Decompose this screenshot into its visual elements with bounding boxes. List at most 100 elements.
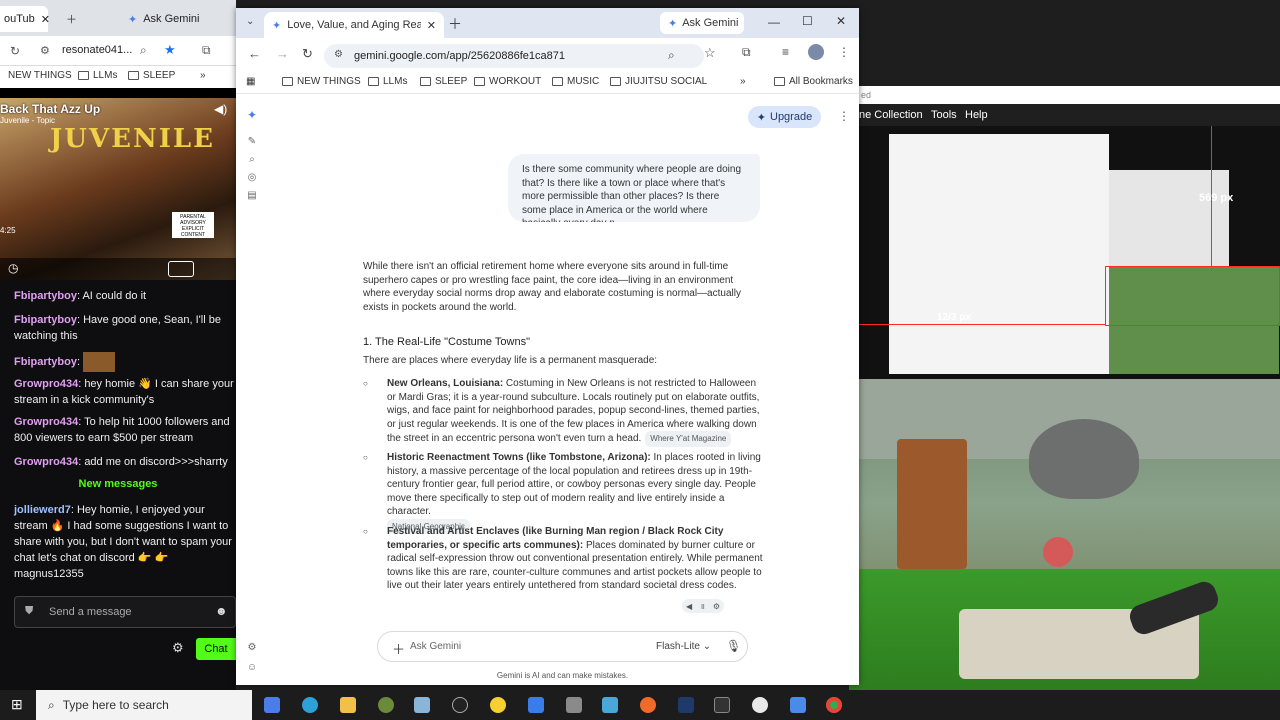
pause-icon[interactable]: ॥: [700, 601, 705, 612]
app-icon[interactable]: [490, 697, 506, 713]
clock-icon[interactable]: ◷: [8, 261, 18, 275]
bookmarks-overflow-icon[interactable]: »: [200, 70, 206, 81]
bookmark-workout[interactable]: WORKOUT: [474, 76, 541, 87]
more-options-icon[interactable]: ⋮: [838, 109, 850, 123]
zoom-icon[interactable]: ⌕: [140, 43, 147, 58]
close-window-button[interactable]: ✕: [836, 14, 846, 28]
settings-icon[interactable]: ⚙: [246, 642, 258, 654]
task-view-icon[interactable]: [264, 697, 280, 713]
new-tab-button[interactable]: ＋: [58, 6, 85, 32]
close-icon[interactable]: ✕: [41, 13, 50, 26]
menu-item-collection[interactable]: ne Collection: [859, 109, 923, 121]
site-settings-icon[interactable]: ⚙: [40, 44, 50, 57]
app-icon[interactable]: [378, 697, 394, 713]
tab-ask-gemini[interactable]: ✦ Ask Gemini: [120, 6, 207, 32]
new-messages-divider[interactable]: New messages: [0, 478, 236, 490]
menu-item-help[interactable]: Help: [965, 109, 988, 121]
settings-icon[interactable]: ⚙: [713, 602, 720, 611]
app-icon[interactable]: [790, 697, 806, 713]
tab-label: Ask Gemini: [143, 13, 200, 25]
search-icon[interactable]: ⌕: [246, 154, 258, 166]
bookmark-sleep[interactable]: SLEEP: [128, 70, 175, 81]
docs-icon[interactable]: [528, 697, 544, 713]
bookmark-star-icon[interactable]: ☆: [704, 45, 716, 61]
bookmark-jiujitsu-social[interactable]: JIUJITSU SOCIAL: [610, 76, 707, 87]
close-icon[interactable]: ✕: [427, 19, 436, 32]
file-explorer-icon[interactable]: [340, 697, 356, 713]
fullscreen-icon[interactable]: [168, 261, 194, 277]
upgrade-button[interactable]: ✦ Upgrade: [748, 106, 821, 128]
chat-username[interactable]: Fbipartyboy: [14, 356, 77, 368]
tab-ask-gemini[interactable]: ✦ Ask Gemini: [660, 12, 744, 34]
settings-icon[interactable]: ⚙: [172, 640, 184, 656]
chat-username[interactable]: Fbipartyboy: [14, 314, 77, 326]
app-icon[interactable]: [752, 697, 768, 713]
video-player[interactable]: Back That Azz Up Juvenile - Topic JUVENI…: [0, 98, 236, 280]
bookmark-llms[interactable]: LLMs: [78, 70, 117, 81]
firefox-icon[interactable]: [640, 697, 656, 713]
profile-avatar[interactable]: [808, 44, 824, 60]
speaker-icon[interactable]: ◀: [686, 602, 692, 611]
new-tab-button[interactable]: ＋: [448, 14, 462, 34]
reload-icon[interactable]: ↻: [302, 46, 313, 62]
app-icon[interactable]: [602, 697, 618, 713]
volume-icon[interactable]: ◀): [214, 102, 227, 116]
new-chat-icon[interactable]: ✎: [246, 136, 258, 148]
site-info-icon[interactable]: ⚙: [334, 49, 343, 60]
chrome-icon[interactable]: [826, 697, 842, 713]
library-icon[interactable]: ▤: [246, 190, 258, 202]
url-text[interactable]: resonate041...: [62, 44, 132, 56]
chat-username[interactable]: Growpro434: [14, 378, 78, 390]
chat-input[interactable]: ⛊ Send a message ☻: [14, 596, 236, 628]
background-browser-window[interactable]: ouTub ✕ ＋ ✦ Ask Gemini ↻ ⚙ resonate041..…: [0, 0, 236, 690]
bookmark-sleep[interactable]: SLEEP: [420, 76, 467, 87]
taskbar-search[interactable]: ⌕ Type here to search: [36, 690, 252, 720]
chat-username[interactable]: Fbipartyboy: [14, 290, 77, 302]
app-icon[interactable]: [414, 697, 430, 713]
windows-start-icon[interactable]: ⊞: [11, 696, 23, 713]
tab-active[interactable]: ✦ Love, Value, and Aging Realitie ✕: [264, 12, 444, 38]
app-icon[interactable]: [714, 697, 730, 713]
response-actions[interactable]: ◀ ॥ ⚙: [682, 599, 724, 613]
emoji-icon[interactable]: ☻: [215, 604, 228, 618]
media-icon[interactable]: ≡: [782, 45, 789, 59]
menu-icon[interactable]: ⋮: [838, 45, 850, 59]
tab-search-icon[interactable]: ⌄: [246, 16, 254, 27]
chat-send-button[interactable]: Chat: [196, 638, 236, 660]
chat-username[interactable]: Growpro434: [14, 416, 78, 428]
apps-icon[interactable]: ▦: [246, 76, 255, 87]
bookmarks-overflow-icon[interactable]: »: [740, 76, 746, 87]
extensions-icon[interactable]: ⧉: [742, 45, 751, 60]
menu-item-tools[interactable]: Tools: [931, 109, 957, 121]
back-icon[interactable]: ←: [248, 46, 261, 61]
url-field[interactable]: ⚙ gemini.google.com/app/25620886fe1ca871…: [324, 44, 704, 68]
forward-icon[interactable]: →: [276, 46, 289, 61]
extensions-icon[interactable]: ⧉: [202, 43, 211, 58]
reload-icon[interactable]: ↻: [10, 44, 20, 58]
add-icon[interactable]: ＋: [392, 639, 405, 658]
bookmark-music[interactable]: MUSIC: [552, 76, 599, 87]
microphone-icon[interactable]: 🎙: [726, 639, 741, 653]
tab-youtube[interactable]: ouTub ✕: [0, 6, 50, 32]
chat-username[interactable]: Growpro434: [14, 456, 78, 468]
model-selector[interactable]: Flash-Lite ⌄: [656, 641, 711, 652]
app-icon[interactable]: [566, 697, 582, 713]
chat-username[interactable]: jolliewerd7: [14, 504, 71, 516]
gems-icon[interactable]: ◎: [246, 172, 258, 184]
edge-icon[interactable]: [302, 697, 318, 713]
gemini-browser-window[interactable]: ⌄ ✦ Love, Value, and Aging Realitie ✕ ＋ …: [236, 8, 859, 685]
minimize-button[interactable]: —: [768, 15, 780, 29]
chat-image[interactable]: [83, 352, 116, 372]
bookmark-new-things[interactable]: NEW THINGS: [282, 76, 361, 87]
bookmark-star-icon[interactable]: ★: [164, 42, 176, 58]
prompt-input[interactable]: ＋ Ask Gemini Flash-Lite ⌄ 🎙: [377, 631, 748, 662]
gemini-logo-icon[interactable]: ✦: [246, 108, 258, 122]
zoom-icon[interactable]: ⌕: [668, 48, 675, 63]
bookmark-llms[interactable]: LLMs: [368, 76, 407, 87]
all-bookmarks[interactable]: All Bookmarks: [774, 76, 853, 87]
obs-icon[interactable]: [452, 697, 468, 713]
bookmark-new-things[interactable]: NEW THINGS: [8, 70, 72, 81]
source-chip[interactable]: Where Y'at Magazine: [645, 431, 732, 447]
maximize-button[interactable]: ☐: [802, 14, 813, 28]
photoshop-icon[interactable]: [678, 697, 694, 713]
